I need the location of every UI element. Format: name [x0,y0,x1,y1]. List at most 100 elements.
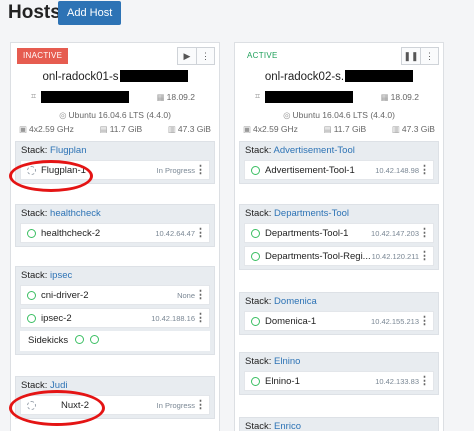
stack-header: Stack: Domenica [240,293,438,311]
service-status: 10.42.120.211 [371,252,419,261]
service-name[interactable]: Elnino-1 [265,376,300,387]
service-state-icon [251,229,260,238]
service-row[interactable]: Departments-Tool-Regi... 10.42.120.211 ⋮ [244,246,434,266]
add-host-button[interactable]: Add Host [58,1,122,25]
kebab-menu-icon[interactable]: ⋮ [419,226,430,239]
stack-header: Stack: Judi [16,377,214,395]
redaction-bar [265,91,353,103]
service-row[interactable]: ipsec-2 10.42.188.16 ⋮ [20,308,210,328]
service-row[interactable]: Advertisement-Tool-1 10.42.148.98 ⋮ [244,160,434,180]
docker-version: ▦ 18.09.2 [381,92,419,103]
stack-name-link[interactable]: Flugplan [50,145,86,156]
host-card: ACTIVE ❚❚ ⋮ onl-radock02-s. ⌗ ▦ 18.09.2 ◎… [234,42,444,431]
stack-box: Stack: Departments-Tool Departments-Tool… [239,204,439,270]
redaction-bar [41,91,129,103]
docker-version-text: 18.09.2 [390,92,419,102]
host-actions: ❚❚ ⋮ [401,47,439,65]
docker-icon: ▦ [380,92,389,102]
service-status: In Progress [156,401,195,410]
service-state-icon [27,166,36,175]
service-row[interactable]: Departments-Tool-1 10.42.147.203 ⋮ [244,223,434,243]
ubuntu-icon: ◎ [283,110,291,120]
stack-label: Stack: [21,145,48,156]
pause-icon[interactable]: ❚❚ [402,48,420,64]
redaction-bar [345,70,414,82]
docker-version-text: 18.09.2 [166,92,195,102]
service-name[interactable]: Nuxt-2 [61,400,89,411]
kebab-menu-icon[interactable]: ⋮ [419,374,430,387]
docker-version: ▦ 18.09.2 [157,92,195,103]
service-row[interactable]: Flugplan-1 In Progress ⋮ [20,160,210,180]
cpu-info: ▣ 4x2.59 GHz [19,124,74,137]
service-row[interactable]: Elnino-1 10.42.133.83 ⋮ [244,371,434,391]
service-row[interactable]: Nuxt-2 In Progress ⋮ [20,395,210,415]
stack-box: Stack: ipsec cni-driver-2 None ⋮ ipsec-2… [15,266,215,355]
host-name[interactable]: onl-radock02-s. [235,70,443,83]
stack-name-link[interactable]: Advertisement-Tool [274,145,355,156]
cpu-text: 4x2.59 GHz [253,124,298,134]
kebab-menu-icon[interactable]: ⋮ [195,311,206,324]
service-status: 10.42.133.83 [375,377,419,386]
service-state-icon [27,314,36,323]
service-status: 10.42.148.98 [375,166,419,175]
host-name[interactable]: onl-radock01-s [11,70,219,83]
stack-label: Stack: [245,356,272,367]
service-name[interactable]: Domenica-1 [265,316,316,327]
stack-name-link[interactable]: Departments-Tool [274,208,349,219]
kebab-menu-icon[interactable]: ⋮ [195,163,206,176]
stack-name-link[interactable]: ipsec [50,270,72,281]
service-state-icon [251,377,260,386]
host-card: INACTIVE ▶ ⋮ onl-radock01-s ⌗ ▦ 18.09.2 ◎… [10,42,220,431]
service-row[interactable]: healthcheck-2 10.42.64.47 ⋮ [20,223,210,243]
stack-label: Stack: [21,380,48,391]
os-text: Ubuntu 16.04.6 LTS (4.4.0) [292,110,395,120]
host-resources: ▣ 4x2.59 GHz ▤ 11.7 GiB ▥ 47.3 GiB [243,124,435,137]
stack-header: Stack: Enrico [240,418,438,431]
service-status: 10.42.147.203 [371,229,419,238]
os-info: ◎ Ubuntu 16.04.6 LTS (4.4.0) [235,110,443,121]
kebab-menu-icon[interactable]: ⋮ [195,288,206,301]
stack-name-link[interactable]: Domenica [274,296,317,307]
kebab-menu-icon[interactable]: ⋮ [196,48,214,64]
sidekick-state-icon[interactable] [90,335,100,344]
service-state-icon [251,317,260,326]
stack-header: Stack: healthcheck [16,205,214,223]
service-name[interactable]: Flugplan-1 [41,165,86,176]
service-state-icon [27,291,36,300]
service-name[interactable]: Departments-Tool-Regi... [265,251,371,262]
kebab-menu-icon[interactable]: ⋮ [419,249,430,262]
play-icon[interactable]: ▶ [178,48,196,64]
redaction-bar [119,70,188,82]
stack-box: Stack: Enrico [239,417,439,431]
os-info: ◎ Ubuntu 16.04.6 LTS (4.4.0) [11,110,219,121]
stack-box: Stack: Elnino Elnino-1 10.42.133.83 ⋮ [239,352,439,395]
stack-name-link[interactable]: healthcheck [50,208,101,219]
service-row[interactable]: cni-driver-2 None ⋮ [20,285,210,305]
service-status: In Progress [156,166,195,175]
stack-box: Stack: healthcheck healthcheck-2 10.42.6… [15,204,215,247]
kebab-menu-icon[interactable]: ⋮ [420,48,438,64]
service-row[interactable]: Domenica-1 10.42.155.213 ⋮ [244,311,434,331]
memory-text: 11.7 GiB [333,124,367,134]
memory-info: ▤ 11.7 GiB [100,124,142,137]
memory-icon: ▤ [99,124,108,134]
service-status: 10.42.155.213 [371,317,419,326]
sidekick-state-icon[interactable] [74,335,84,344]
kebab-menu-icon[interactable]: ⋮ [195,398,206,411]
kebab-menu-icon[interactable]: ⋮ [419,314,430,327]
memory-info: ▤ 11.7 GiB [324,124,366,137]
host-resources: ▣ 4x2.59 GHz ▤ 11.7 GiB ▥ 47.3 GiB [19,124,211,137]
stack-name-link[interactable]: Enrico [274,421,301,431]
stack-name-link[interactable]: Judi [50,380,67,391]
service-name[interactable]: Departments-Tool-1 [265,228,348,239]
cpu-icon: ▣ [19,124,28,134]
page-title: Hosts [8,2,61,23]
service-name[interactable]: Advertisement-Tool-1 [265,165,355,176]
service-name[interactable]: cni-driver-2 [41,290,89,301]
kebab-menu-icon[interactable]: ⋮ [419,163,430,176]
stack-name-link[interactable]: Elnino [274,356,300,367]
host-name-text: onl-radock01-s [42,71,119,83]
service-name[interactable]: ipsec-2 [41,313,72,324]
kebab-menu-icon[interactable]: ⋮ [195,226,206,239]
service-name[interactable]: healthcheck-2 [41,228,100,239]
